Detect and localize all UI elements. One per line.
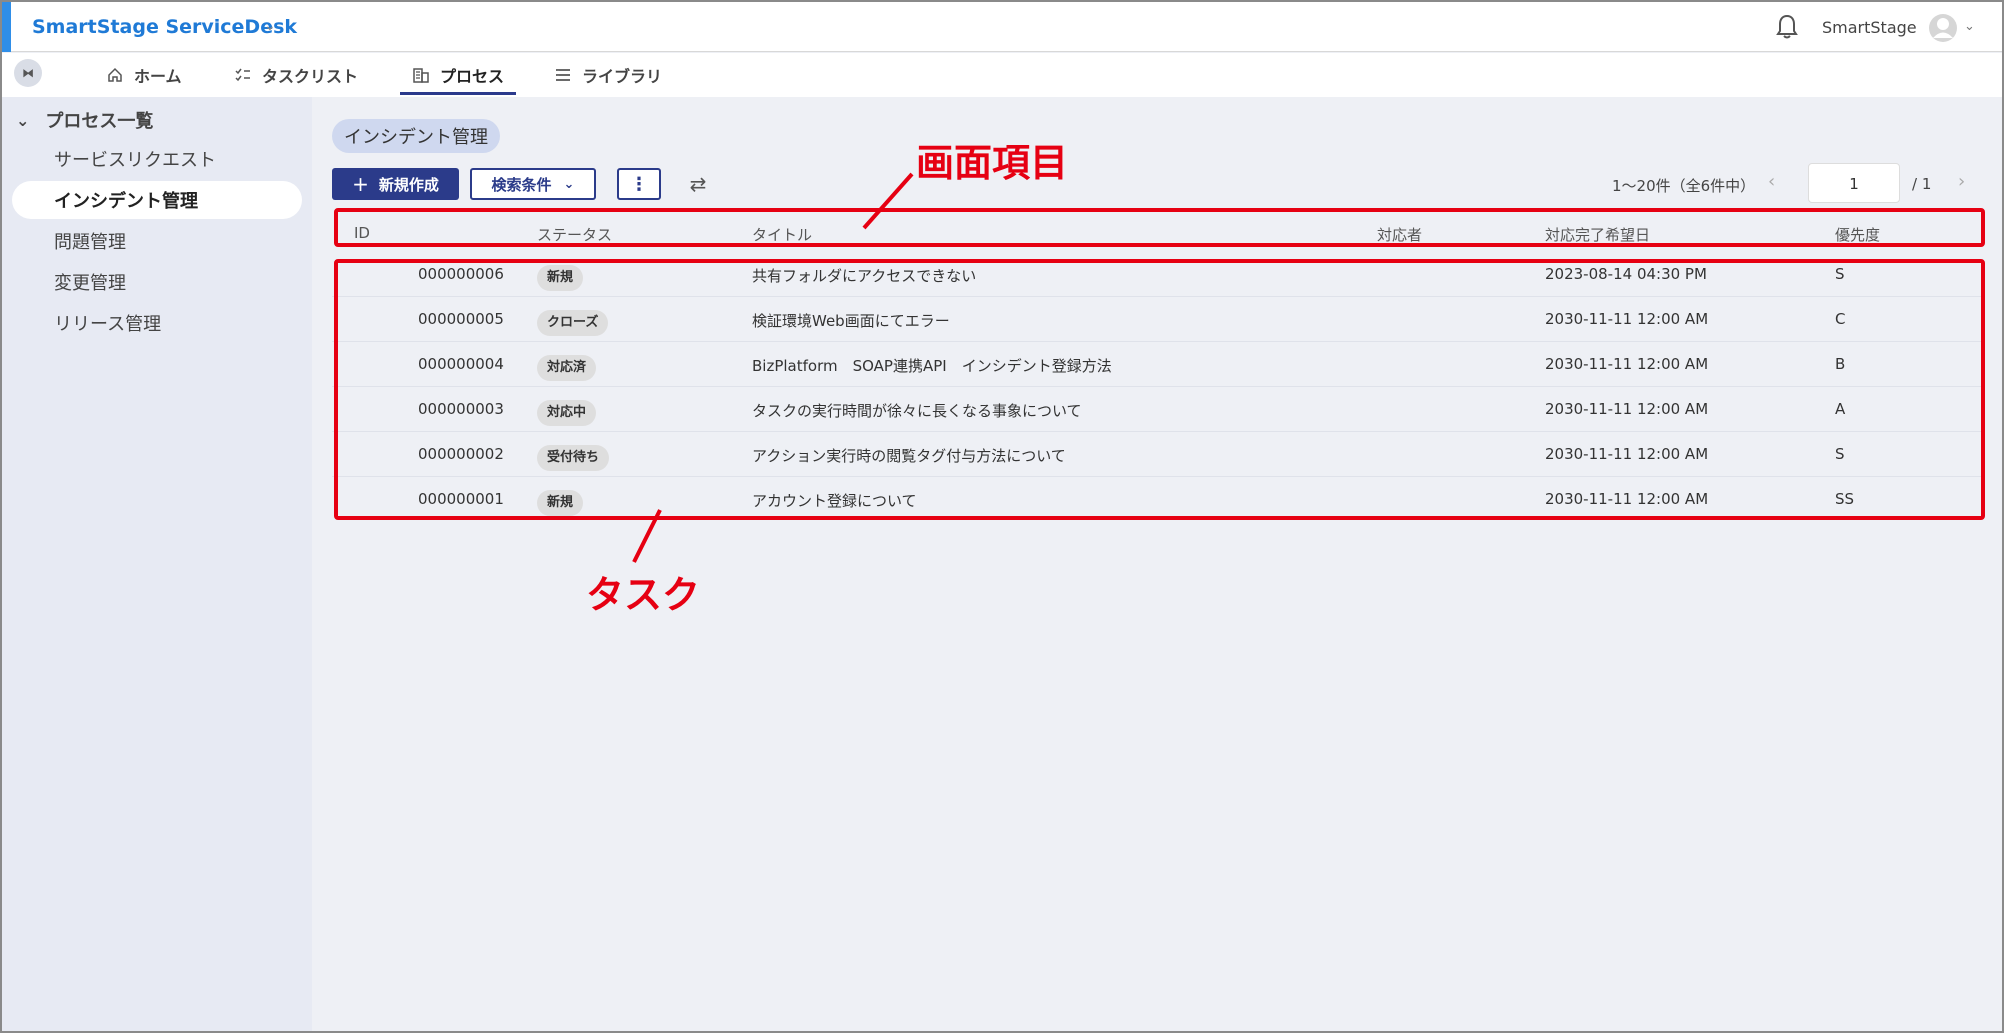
app-switch-chevron-icon[interactable]: ⌄ <box>264 18 276 34</box>
tab-label: ホーム <box>134 67 182 86</box>
annotation-header-label: 画面項目 <box>916 141 1069 185</box>
search-conditions-button[interactable]: 検索条件 ⌄ <box>470 168 596 200</box>
collapse-icon: ⧓ <box>22 66 34 80</box>
user-menu-chevron-icon[interactable]: ⌄ <box>1964 19 1975 34</box>
page-number-input[interactable]: 1 <box>1808 163 1900 203</box>
top-header: SmartStage ServiceDesk ⌄ SmartStage ⌄ <box>2 2 2002 52</box>
app-title[interactable]: SmartStage ServiceDesk <box>32 16 297 38</box>
pager-prev-icon[interactable]: ‹ <box>1768 171 1775 192</box>
tab-label: ライブラリ <box>582 67 663 86</box>
sidebar-collapse-button[interactable]: ⧓ <box>14 59 42 87</box>
annotation-rows-label: タスク <box>586 573 701 617</box>
kebab-icon: ⋮ <box>630 173 648 195</box>
tab-process[interactable]: プロセス <box>400 53 517 97</box>
sidebar-item-service-request[interactable]: サービスリクエスト <box>12 140 302 178</box>
home-icon <box>108 67 122 82</box>
sidebar-item-release[interactable]: リリース管理 <box>12 304 302 342</box>
bell-icon[interactable] <box>1776 14 1798 40</box>
tab-label: タスクリスト <box>262 67 359 86</box>
sidebar-item-label: リリース管理 <box>54 314 162 335</box>
sidebar-item-label: 問題管理 <box>54 232 126 253</box>
sidebar-item-label: 変更管理 <box>54 273 126 294</box>
plus-icon: + <box>352 172 369 196</box>
tab-label: プロセス <box>440 67 505 86</box>
sidebar-heading-label: プロセス一覧 <box>45 111 154 132</box>
app-window: SmartStage ServiceDesk ⌄ SmartStage ⌄ ⧓ … <box>0 0 2004 1033</box>
pager-range: 1〜20件（全6件中） <box>1612 177 1756 195</box>
sidebar-item-problem[interactable]: 問題管理 <box>12 222 302 260</box>
annotation-header-box <box>334 208 1985 247</box>
list-icon <box>556 69 570 81</box>
tab-tasklist[interactable]: タスクリスト <box>234 53 358 97</box>
sidebar-item-incident[interactable]: インシデント管理 <box>12 181 302 219</box>
header-accent-bar <box>2 2 11 52</box>
page-title-chip: インシデント管理 <box>332 119 500 153</box>
sidebar-item-label: サービスリクエスト <box>54 150 216 171</box>
search-button-label: 検索条件 <box>491 175 552 194</box>
main-tab-bar: ⧓ ホーム タスクリスト プロセス ライブラリ <box>2 53 2002 97</box>
pager-next-icon[interactable]: › <box>1958 171 1965 192</box>
checklist-icon <box>235 68 250 82</box>
sidebar-heading[interactable]: ⌄ プロセス一覧 <box>16 107 153 133</box>
process-sidebar: ⌄ プロセス一覧 サービスリクエスト インシデント管理 問題管理 変更管理 リリ… <box>2 97 312 1031</box>
chevron-down-icon: ⌄ <box>563 176 575 192</box>
new-button[interactable]: + 新規作成 <box>332 168 459 200</box>
building-icon <box>413 68 429 83</box>
more-menu-button[interactable]: ⋮ <box>617 168 661 200</box>
swap-view-button[interactable]: ⇄ <box>684 170 712 198</box>
sidebar-item-change[interactable]: 変更管理 <box>12 263 302 301</box>
user-name[interactable]: SmartStage <box>1822 18 1917 37</box>
page-total: / 1 <box>1912 175 1932 193</box>
annotation-rows-box <box>334 259 1985 520</box>
swap-arrows-icon: ⇄ <box>689 172 707 196</box>
new-button-label: 新規作成 <box>378 175 439 194</box>
avatar[interactable] <box>1928 13 1958 43</box>
sidebar-item-label: インシデント管理 <box>54 191 198 212</box>
tab-library[interactable]: ライブラリ <box>554 53 662 97</box>
tab-home[interactable]: ホーム <box>106 53 182 97</box>
chevron-down-icon: ⌄ <box>16 110 30 130</box>
